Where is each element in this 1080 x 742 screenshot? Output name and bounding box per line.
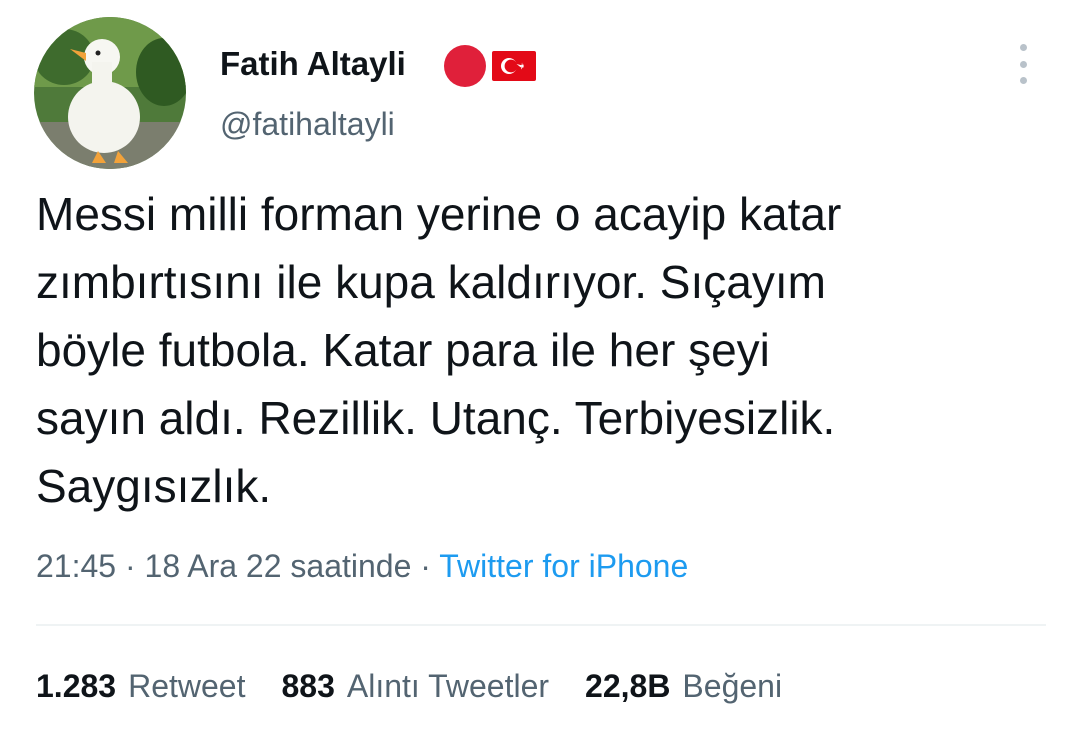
author-badges xyxy=(444,44,536,88)
likes-count: 22,8B xyxy=(585,668,671,704)
red-circle-badge-icon xyxy=(444,45,486,87)
likes-stat[interactable]: 22,8B Beğeni xyxy=(585,668,782,705)
divider xyxy=(36,624,1046,626)
more-dot-middle xyxy=(1019,60,1027,68)
quotes-stat[interactable]: 883 Alıntı Tweetler xyxy=(281,668,549,705)
more-dot-top xyxy=(1019,44,1027,51)
author-name[interactable]: Fatih Altayli xyxy=(220,45,406,83)
tweet-time[interactable]: 21:45 xyxy=(36,548,116,584)
likes-label: Beğeni xyxy=(682,668,783,704)
retweets-count: 1.283 xyxy=(36,668,117,704)
profile-avatar[interactable] xyxy=(34,17,186,169)
meta-separator: · xyxy=(420,548,431,584)
tweet-meta: 21:45 · 18 Ara 22 saatinde · Twitter for… xyxy=(36,548,688,585)
quotes-count: 883 xyxy=(281,668,335,704)
retweets-stat[interactable]: 1.283 Retweet xyxy=(36,668,245,705)
tweet-source-link[interactable]: Twitter for iPhone xyxy=(439,548,688,584)
tweet-text: Messi milli forman yerine o acayip katar… xyxy=(36,188,842,512)
duck-avatar-icon xyxy=(34,17,186,169)
more-dot-bottom xyxy=(1019,77,1027,84)
quotes-label: Alıntı Tweetler xyxy=(346,668,550,704)
turkey-flag-icon xyxy=(492,51,536,81)
more-options-icon[interactable] xyxy=(1012,44,1034,84)
retweets-label: Retweet xyxy=(128,668,246,704)
tweet-date[interactable]: 18 Ara 22 saatinde xyxy=(145,548,412,584)
meta-separator: · xyxy=(124,548,136,584)
tweet-stats: 1.283 Retweet 883 Alıntı Tweetler 22,8B Beğ… xyxy=(36,668,782,705)
author-handle[interactable]: @fatihaltayli xyxy=(220,106,395,143)
